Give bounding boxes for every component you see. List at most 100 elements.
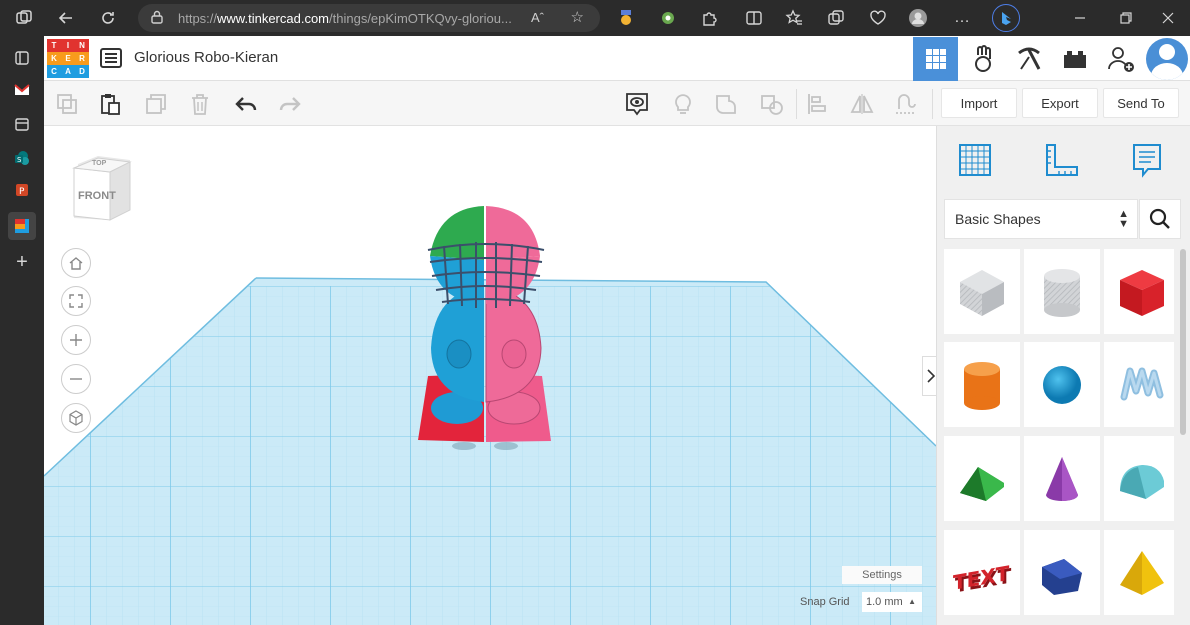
workplane-canvas[interactable] <box>44 126 936 625</box>
tinkercad-logo[interactable]: T I N K E R C A D <box>47 39 89 79</box>
fit-view-button[interactable] <box>61 286 91 316</box>
minimize-icon[interactable] <box>1068 6 1092 30</box>
back-icon[interactable] <box>54 6 78 30</box>
shape-box-hole[interactable] <box>944 249 1020 334</box>
profile-avatar-icon[interactable] <box>906 6 930 30</box>
send-to-button[interactable]: Send To <box>1103 88 1179 118</box>
lightbulb-icon[interactable] <box>670 91 696 117</box>
gmail-tab-icon[interactable] <box>10 78 34 102</box>
split-screen-icon[interactable] <box>742 6 766 30</box>
shape-cylinder[interactable] <box>944 342 1020 427</box>
sim-lab-icon[interactable] <box>960 37 1005 81</box>
group-icon[interactable] <box>714 91 740 117</box>
logo-letter: I <box>61 39 75 52</box>
bing-icon[interactable] <box>992 4 1020 32</box>
user-avatar[interactable] <box>1146 38 1188 80</box>
powerpoint-tab-icon[interactable]: P <box>10 178 34 202</box>
restore-icon[interactable] <box>1114 6 1138 30</box>
snap-grid-label: Snap Grid <box>800 596 850 608</box>
shape-scribble[interactable] <box>1104 342 1174 427</box>
export-button[interactable]: Export <box>1022 88 1098 118</box>
notes-icon[interactable] <box>1127 140 1167 180</box>
logo-letter: N <box>75 39 89 52</box>
settings-button[interactable]: Settings <box>842 566 922 584</box>
copy-icon[interactable] <box>54 91 80 117</box>
delete-icon[interactable] <box>187 91 213 117</box>
3d-design-view-button[interactable] <box>913 37 958 81</box>
extensions-puzzle-icon[interactable] <box>698 6 722 30</box>
medal-extension-icon[interactable] <box>614 6 638 30</box>
updown-icon: ▲ ▼ <box>1118 208 1129 230</box>
url-text: https://www.tinkercad.com/things/epKimOT… <box>178 10 512 26</box>
import-button[interactable]: Import <box>941 88 1017 118</box>
more-options-icon[interactable]: … <box>950 6 974 30</box>
sharepoint-tab-icon[interactable]: S <box>10 146 34 170</box>
zoom-in-button[interactable] <box>61 325 91 355</box>
logo-letter: E <box>61 52 75 65</box>
logo-letter: R <box>75 52 89 65</box>
add-tab-icon[interactable]: + <box>10 250 34 274</box>
svg-text:TEXT: TEXT <box>953 560 1010 594</box>
cruise-icon[interactable] <box>893 91 919 117</box>
tinkercad-tab-icon[interactable] <box>8 212 36 240</box>
paste-icon[interactable] <box>97 91 123 117</box>
calendar-tab-icon[interactable] <box>10 112 34 136</box>
vertical-tabs-icon[interactable] <box>10 46 34 70</box>
shape-box[interactable] <box>1104 249 1174 334</box>
view-cube-top-label: TOP <box>92 160 107 167</box>
edit-toolbar: Import Export Send To <box>44 81 1190 126</box>
shapes-panel: Basic Shapes ▲ ▼ TEXT TEXT <box>936 126 1190 625</box>
shape-pyramid[interactable] <box>1104 530 1174 615</box>
zoom-out-button[interactable] <box>61 364 91 394</box>
duplicate-icon[interactable] <box>143 91 169 117</box>
address-bar[interactable]: https://www.tinkercad.com/things/epKimOT… <box>138 4 600 32</box>
browser-essentials-icon[interactable] <box>866 6 890 30</box>
align-icon[interactable] <box>804 91 830 117</box>
shape-cone[interactable] <box>1024 436 1100 521</box>
snap-grid-value: 1.0 mm <box>866 596 903 608</box>
design-title[interactable]: Glorious Robo-Kieran <box>134 49 278 66</box>
bricks-icon[interactable] <box>1052 37 1097 81</box>
redo-icon[interactable] <box>277 91 303 117</box>
ruler-icon[interactable] <box>1042 140 1082 180</box>
blocks-pickaxe-icon[interactable] <box>1006 37 1051 81</box>
favorites-icon[interactable] <box>782 6 806 30</box>
read-aloud-icon[interactable]: Aˆ <box>531 10 544 25</box>
shape-round-roof[interactable] <box>1104 436 1174 521</box>
logo-letter: D <box>75 65 89 78</box>
caret-up-icon: ▲ <box>908 597 916 606</box>
browser-sidebar: S P + <box>0 36 44 625</box>
workplane-grid-icon[interactable] <box>955 140 995 180</box>
search-icon <box>1149 208 1170 229</box>
show-all-eye-icon[interactable] <box>624 91 650 117</box>
app-header: T I N K E R C A D Glorious Robo-Kieran <box>44 36 1190 81</box>
workplane-viewport[interactable]: TOP FRONT Settings Snap Grid 1.0 mm ▲ <box>44 126 936 625</box>
perspective-toggle-button[interactable] <box>61 403 91 433</box>
shape-category-value: Basic Shapes <box>955 211 1041 227</box>
invite-user-icon[interactable] <box>1098 37 1143 81</box>
shape-roof[interactable] <box>944 436 1020 521</box>
shape-polygon[interactable] <box>1024 530 1100 615</box>
collections-icon[interactable] <box>824 6 848 30</box>
panel-scrollbar[interactable] <box>1180 249 1186 435</box>
ungroup-icon[interactable] <box>759 91 785 117</box>
view-cube-front-label: FRONT <box>78 190 116 202</box>
shape-text[interactable]: TEXT TEXT <box>944 530 1020 615</box>
toolbar-divider <box>796 89 797 119</box>
reload-icon[interactable] <box>96 6 120 30</box>
site-info-icon[interactable] <box>150 10 168 27</box>
design-list-icon[interactable] <box>100 48 122 68</box>
shape-sphere[interactable] <box>1024 342 1100 427</box>
close-icon[interactable] <box>1156 6 1180 30</box>
snap-grid-select[interactable]: 1.0 mm ▲ <box>862 592 922 612</box>
home-view-button[interactable] <box>61 248 91 278</box>
mirror-icon[interactable] <box>849 91 875 117</box>
undo-icon[interactable] <box>233 91 259 117</box>
shape-category-select[interactable]: Basic Shapes ▲ ▼ <box>944 199 1138 239</box>
tab-actions-icon[interactable] <box>12 6 36 30</box>
favorite-star-icon[interactable]: ☆ <box>571 8 584 26</box>
shape-cylinder-hole[interactable] <box>1024 249 1100 334</box>
view-cube[interactable]: TOP FRONT <box>70 154 132 222</box>
extension-icon-green[interactable] <box>656 6 680 30</box>
shape-search-button[interactable] <box>1139 199 1181 239</box>
